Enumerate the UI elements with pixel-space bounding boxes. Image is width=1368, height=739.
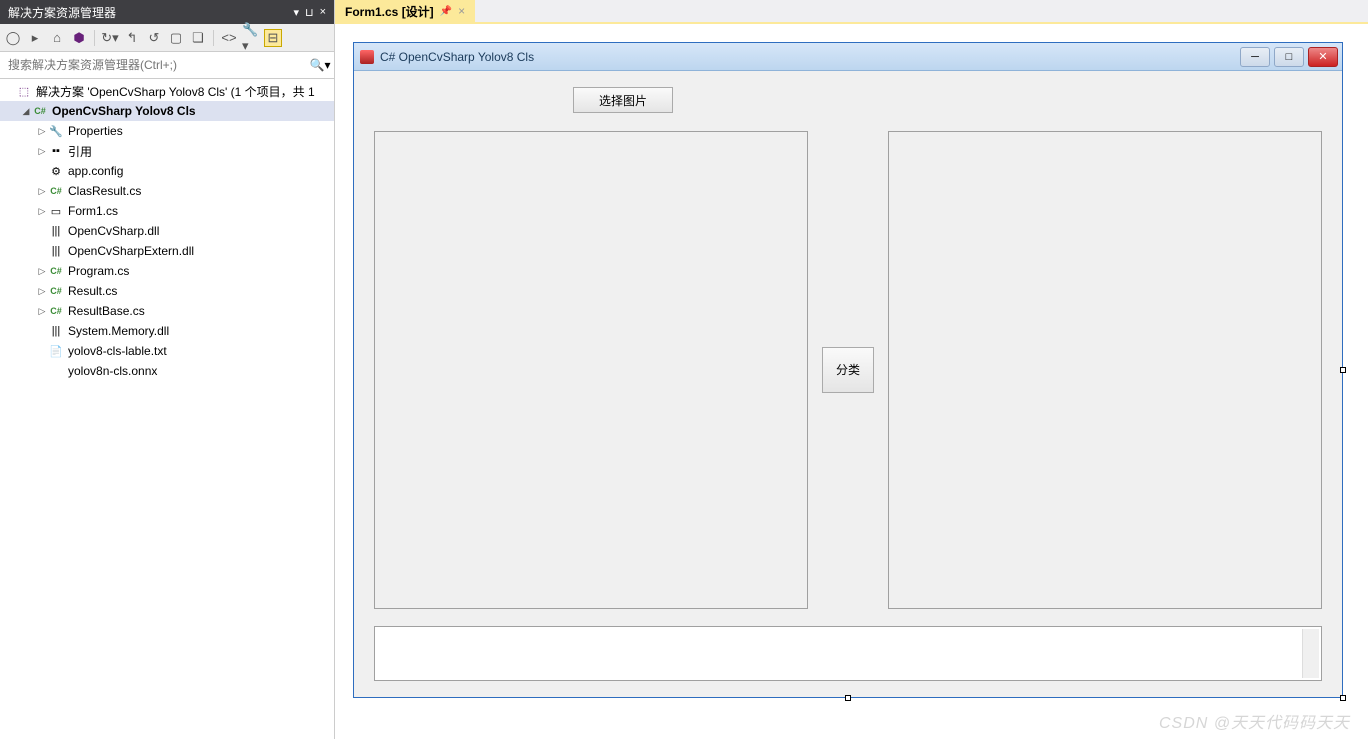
designer-surface[interactable]: C# OpenCvSharp Yolov8 Cls ─ □ ✕ 选择图片 分类 (335, 24, 1368, 739)
config-icon: ⚙ (48, 165, 64, 178)
sync-icon[interactable]: ⬢ (70, 29, 88, 47)
tree-labeltxt[interactable]: 📄 yolov8-cls-lable.txt (0, 341, 334, 361)
wrench-icon: 🔧 (48, 125, 64, 138)
dropdown-icon[interactable]: ▾ (293, 6, 299, 19)
panel-toolbar: ◯ ▸ ⌂ ⬢ ↻▾ ↰ ↺ ▢ ❏ <> 🔧▾ ⊟ (0, 24, 334, 52)
csharp-file-icon: C# (48, 186, 64, 196)
scroll-up-icon[interactable]: ▲ (1308, 630, 1317, 640)
tree-opencvextern[interactable]: ||| OpenCvSharpExtern.dll (0, 241, 334, 261)
tree-onnx[interactable]: yolov8n-cls.onnx (0, 361, 334, 381)
dll-icon: ||| (48, 325, 64, 337)
main-area: Form1.cs [设计] 📌 × C# OpenCvSharp Yolov8 … (335, 0, 1368, 739)
code-icon[interactable]: <> (220, 29, 238, 47)
close-button[interactable]: ✕ (1308, 47, 1338, 67)
classify-button[interactable]: 分类 (822, 347, 874, 393)
solution-explorer-panel: 解决方案资源管理器 ▾ ⊔ × ◯ ▸ ⌂ ⬢ ↻▾ ↰ ↺ ▢ ❏ <> 🔧▾… (0, 0, 335, 739)
showall-icon[interactable]: ▢ (167, 29, 185, 47)
tree-opencvdll[interactable]: ||| OpenCvSharp.dll (0, 221, 334, 241)
search-row: 🔍▾ (0, 52, 334, 79)
refresh-icon[interactable]: ↻▾ (101, 29, 119, 47)
tree-form1[interactable]: ▷▭ Form1.cs (0, 201, 334, 221)
pin-icon[interactable]: ⊔ (305, 6, 314, 19)
form-titlebar[interactable]: C# OpenCvSharp Yolov8 Cls ─ □ ✕ (354, 43, 1342, 71)
solution-node[interactable]: ⬚ 解决方案 'OpenCvSharp Yolov8 Cls' (1 个项目，共… (0, 81, 334, 101)
form-app-icon (360, 50, 374, 64)
pin-icon[interactable]: 📌 (440, 6, 452, 17)
wrench-icon[interactable]: 🔧▾ (242, 29, 260, 47)
form-title: C# OpenCvSharp Yolov8 Cls (380, 50, 534, 64)
close-icon[interactable]: × (320, 6, 326, 18)
form-icon: ▭ (48, 205, 64, 218)
resize-handle-corner[interactable] (1340, 695, 1346, 701)
copy-icon[interactable]: ❏ (189, 29, 207, 47)
tree-result[interactable]: ▷C# Result.cs (0, 281, 334, 301)
tree-references[interactable]: ▷▪▪ 引用 (0, 141, 334, 161)
tab-form1-design[interactable]: Form1.cs [设计] 📌 × (335, 0, 475, 22)
panel-title: 解决方案资源管理器 (8, 4, 116, 21)
close-icon[interactable]: × (458, 4, 465, 18)
undo-icon[interactable]: ↰ (123, 29, 141, 47)
back-icon[interactable]: ◯ (4, 29, 22, 47)
project-node[interactable]: ◢C# OpenCvSharp Yolov8 Cls (0, 101, 334, 121)
panel-header: 解决方案资源管理器 ▾ ⊔ × (0, 0, 334, 24)
minimize-button[interactable]: ─ (1240, 47, 1270, 67)
tab-bar: Form1.cs [设计] 📌 × (335, 0, 1368, 24)
csharp-project-icon: C# (32, 106, 48, 116)
tree-clasresult[interactable]: ▷C# ClasResult.cs (0, 181, 334, 201)
watermark-text: CSDN @天天代码码天天 (1159, 709, 1350, 733)
collapse-icon[interactable]: ↺ (145, 29, 163, 47)
form-window[interactable]: C# OpenCvSharp Yolov8 Cls ─ □ ✕ 选择图片 分类 (353, 42, 1343, 698)
csharp-file-icon: C# (48, 286, 64, 296)
csharp-file-icon: C# (48, 306, 64, 316)
dll-icon: ||| (48, 245, 64, 257)
forward-icon[interactable]: ▸ (26, 29, 44, 47)
left-image-panel[interactable] (374, 131, 808, 609)
tree-properties[interactable]: ▷🔧 Properties (0, 121, 334, 141)
properties-icon[interactable]: ⊟ (264, 29, 282, 47)
references-icon: ▪▪ (48, 145, 64, 157)
tree-program[interactable]: ▷C# Program.cs (0, 261, 334, 281)
maximize-button[interactable]: □ (1274, 47, 1304, 67)
output-textbox[interactable]: ▲ (374, 626, 1322, 681)
search-input[interactable] (2, 54, 308, 76)
tree-sysmem[interactable]: ||| System.Memory.dll (0, 321, 334, 341)
tree-appconfig[interactable]: ⚙ app.config (0, 161, 334, 181)
solution-tree[interactable]: ⬚ 解决方案 'OpenCvSharp Yolov8 Cls' (1 个项目，共… (0, 79, 334, 739)
resize-handle-bottom[interactable] (845, 695, 851, 701)
tree-resultbase[interactable]: ▷C# ResultBase.cs (0, 301, 334, 321)
select-image-button[interactable]: 选择图片 (573, 87, 673, 113)
form-body: 选择图片 分类 ▲ (354, 71, 1342, 697)
text-file-icon: 📄 (48, 345, 64, 358)
right-image-panel[interactable] (888, 131, 1322, 609)
csharp-file-icon: C# (48, 266, 64, 276)
resize-handle-right[interactable] (1340, 367, 1346, 373)
home-icon[interactable]: ⌂ (48, 29, 66, 47)
dll-icon: ||| (48, 225, 64, 237)
search-icon[interactable]: 🔍▾ (308, 54, 332, 76)
solution-icon: ⬚ (16, 85, 32, 98)
